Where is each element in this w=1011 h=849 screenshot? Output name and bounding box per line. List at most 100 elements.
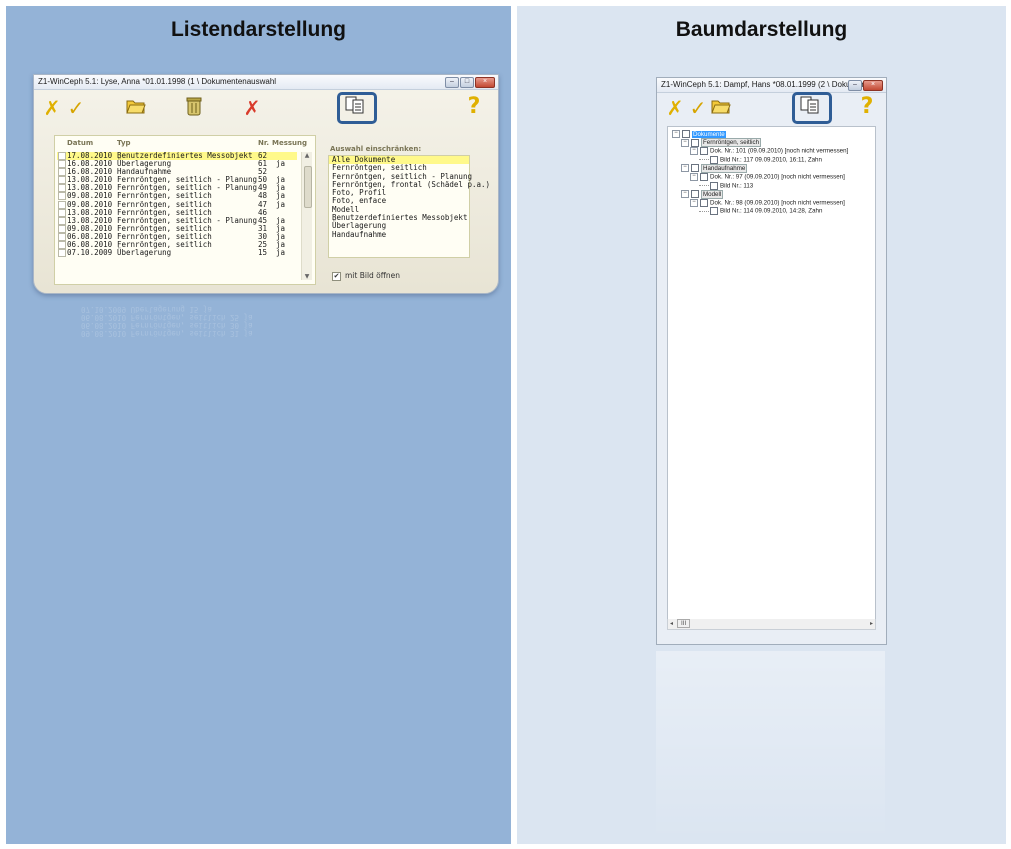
col-type-header[interactable]: Typ xyxy=(117,139,131,147)
tree-cancel-icon[interactable]: ✗ xyxy=(663,97,687,121)
document-tree: − Dokumente − Fernröntgen, seitlich − Dok. Nr… xyxy=(667,126,876,620)
document-rows: 17.08.2010 Benutzerdefiniertes Messobjekt… xyxy=(57,151,297,258)
tree-help-icon[interactable]: ? xyxy=(855,96,879,120)
tree-reflection xyxy=(656,651,885,841)
row-checkbox[interactable] xyxy=(58,224,66,233)
tree-minimize-button[interactable]: – xyxy=(848,80,862,91)
cancel-icon[interactable]: ✗ xyxy=(40,97,64,121)
table-row[interactable]: 07.10.2009 Überlagerung 15 ja xyxy=(57,248,297,258)
tree-connector xyxy=(699,210,709,212)
tree-node-checkbox[interactable] xyxy=(710,207,718,216)
help-icon[interactable]: ? xyxy=(462,96,486,120)
row-checkbox[interactable] xyxy=(58,241,66,250)
row-checkbox[interactable] xyxy=(58,200,66,209)
tree-node-label: Dok. Nr.: 98 (09.09.2010) [noch nicht ve… xyxy=(710,199,845,207)
expand-toggle-icon[interactable]: − xyxy=(690,173,698,181)
tree-window: Z1-WinCeph 5.1: Dampf, Hans *08.01.1999 … xyxy=(656,77,887,645)
tree-node-label: Fernröntgen, seitlich xyxy=(701,138,762,148)
tree-node-checkbox[interactable] xyxy=(691,138,699,147)
expand-toggle-icon[interactable]: − xyxy=(681,190,689,199)
tree-node-label: Handaufnahme xyxy=(701,164,748,174)
list-view-panel: Listendarstellung Z1-WinCeph 5.1: Lyse, … xyxy=(6,6,511,844)
tree-node[interactable]: Bild Nr.: 113 xyxy=(699,181,754,191)
expand-toggle-icon[interactable]: − xyxy=(690,147,698,156)
tree-node-label: Dok. Nr.: 101 (09.09.2010) [noch nicht v… xyxy=(710,147,849,155)
tree-node[interactable]: Bild Nr.: 114 09.09.2010, 14:28, Zahn xyxy=(699,207,822,216)
tree-node-label: Modell xyxy=(701,189,724,199)
filter-item[interactable]: Handaufnahme xyxy=(329,230,469,239)
row-measure: ja xyxy=(276,159,286,169)
document-list: Datum Typ Nr. Messung 17.08.2010 Benutzer… xyxy=(54,135,316,285)
row-checkbox[interactable] xyxy=(58,184,66,193)
tree-window-titlebar: Z1-WinCeph 5.1: Dampf, Hans *08.01.1999 … xyxy=(657,78,886,93)
open-with-image-checkbox[interactable]: ✔ xyxy=(332,272,341,281)
row-checkbox[interactable] xyxy=(58,208,66,217)
tree-window-title: Z1-WinCeph 5.1: Dampf, Hans *08.01.1999 … xyxy=(661,80,873,89)
row-measure: ja xyxy=(276,199,286,209)
view-toggle-icon[interactable] xyxy=(343,96,367,120)
tree-node[interactable]: − Dok. Nr.: 97 (09.09.2010) [noch nicht v… xyxy=(690,173,845,182)
maximize-button[interactable]: □ xyxy=(460,77,474,88)
tree-node[interactable]: − Fernröntgen, seitlich xyxy=(681,138,762,148)
tree-connector xyxy=(699,185,709,187)
expand-toggle-icon[interactable]: − xyxy=(690,198,698,207)
confirm-icon[interactable]: ✓ xyxy=(64,97,88,121)
list-scrollbar[interactable]: ▲ ▼ xyxy=(301,152,312,280)
row-checkbox[interactable] xyxy=(58,232,66,241)
tree-connector xyxy=(699,159,709,161)
row-checkbox[interactable] xyxy=(58,216,66,225)
row-date: 07.10.2009 xyxy=(67,248,113,258)
tree-hscrollbar[interactable]: ◂ III ▸ xyxy=(667,619,876,630)
tree-confirm-icon[interactable]: ✓ xyxy=(686,97,710,121)
list-view-heading: Listendarstellung xyxy=(170,18,347,41)
row-nr: 15 xyxy=(258,248,268,258)
col-measure-header[interactable]: Messung xyxy=(272,139,307,147)
tree-node-checkbox[interactable] xyxy=(710,181,718,190)
filter-list: Alle Dokumente Fernröntgen, seitlich Fernr… xyxy=(328,155,490,258)
col-date-header[interactable]: Datum xyxy=(67,139,93,147)
tree-node-checkbox[interactable] xyxy=(691,190,699,199)
multi-select-icon[interactable]: ✗ xyxy=(240,97,264,121)
tree-node[interactable]: − Modell xyxy=(681,189,724,199)
tree-node-checkbox[interactable] xyxy=(700,147,708,156)
tree-node-checkbox[interactable] xyxy=(700,198,708,207)
row-measure: ja xyxy=(276,248,286,258)
tree-node-label: Bild Nr.: 113 xyxy=(720,182,754,190)
row-checkbox[interactable] xyxy=(58,168,66,177)
tree-node-checkbox[interactable] xyxy=(682,130,690,138)
tree-view-heading: Baumdarstellung xyxy=(675,18,848,41)
expand-toggle-icon[interactable]: − xyxy=(681,138,689,147)
open-with-image-option[interactable]: ✔ mit Bild öffnen xyxy=(332,271,400,281)
minimize-button[interactable]: – xyxy=(445,77,459,88)
open-with-image-label: mit Bild öffnen xyxy=(345,271,401,280)
tree-open-folder-icon[interactable] xyxy=(709,97,733,121)
tree-node-checkbox[interactable] xyxy=(691,164,699,173)
tree-node[interactable]: − Dok. Nr.: 98 (09.09.2010) [noch nicht v… xyxy=(690,198,845,208)
row-type: Überlagerung xyxy=(117,248,172,258)
tree-view-toggle-icon[interactable] xyxy=(798,96,822,120)
delete-icon[interactable] xyxy=(182,96,206,120)
col-nr-header[interactable]: Nr. xyxy=(258,139,269,147)
tree-node[interactable]: − Dok. Nr.: 101 (09.09.2010) [noch nicht … xyxy=(690,147,848,156)
row-checkbox[interactable] xyxy=(58,160,66,169)
hscroll-thumb[interactable]: III xyxy=(676,619,691,628)
window-title: Z1-WinCeph 5.1: Lyse, Anna *01.01.1998 (… xyxy=(38,77,277,86)
tree-node-checkbox[interactable] xyxy=(710,155,718,164)
scrollbar-thumb[interactable] xyxy=(304,166,312,208)
tree-node-label: Bild Nr.: 114 09.09.2010, 14:28, Zahn xyxy=(720,208,823,216)
close-button[interactable]: × xyxy=(475,77,495,88)
tree-node[interactable]: − Handaufnahme xyxy=(681,164,748,174)
document-selection-window: Z1-WinCeph 5.1: Lyse, Anna *01.01.1998 (… xyxy=(33,74,499,294)
tree-node-label: Dok. Nr.: 97 (09.09.2010) [noch nicht ve… xyxy=(710,173,845,181)
row-checkbox[interactable] xyxy=(58,176,66,185)
row-checkbox[interactable] xyxy=(58,192,66,201)
tree-node-label: Bild Nr.: 117 09.09.2010, 16:11, Zahn xyxy=(720,156,822,164)
tree-close-button[interactable]: × xyxy=(863,80,883,91)
tree-node-checkbox[interactable] xyxy=(700,173,708,181)
row-checkbox[interactable] xyxy=(58,152,66,160)
expand-toggle-icon[interactable]: − xyxy=(681,164,689,173)
expand-toggle-icon[interactable]: − xyxy=(672,130,680,138)
row-checkbox[interactable] xyxy=(58,249,66,258)
tree-view-panel: Baumdarstellung Z1-WinCeph 5.1: Dampf, H… xyxy=(517,6,1006,844)
open-folder-icon[interactable] xyxy=(124,97,148,121)
